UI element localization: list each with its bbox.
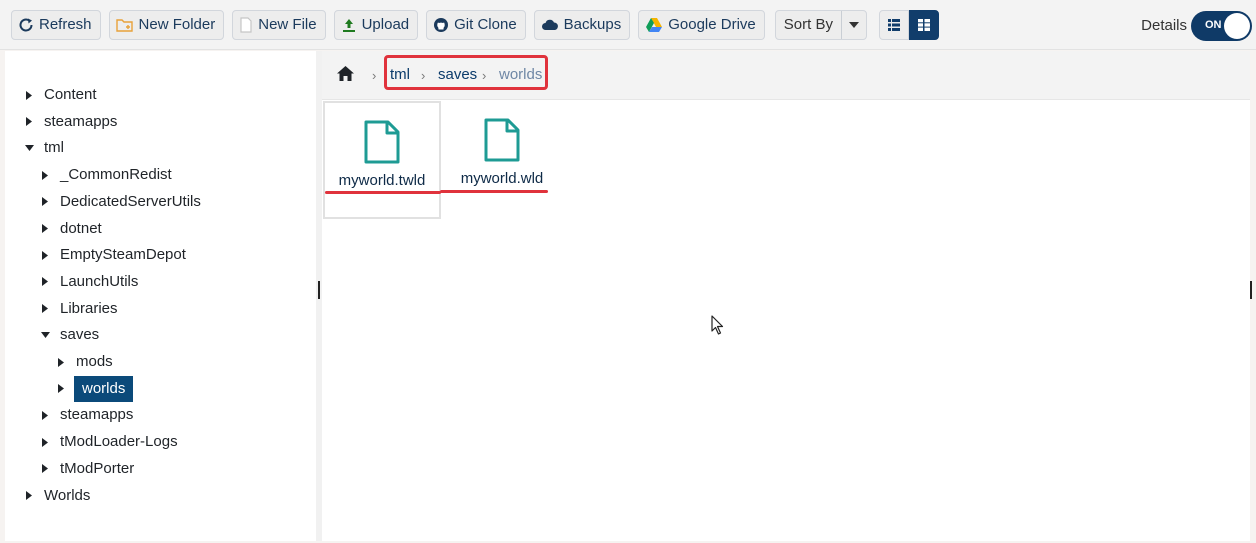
tree-item-label: Worlds <box>44 486 91 504</box>
github-icon <box>434 17 449 32</box>
tree-item-label: _CommonRedist <box>60 166 172 184</box>
grid-view-button[interactable] <box>908 9 939 40</box>
google-drive-label: Google Drive <box>668 16 756 33</box>
tree-item-launchutils[interactable]: LaunchUtils <box>40 270 144 294</box>
backups-button[interactable]: Backups <box>533 9 631 40</box>
tree-item-label: EmptySteamDepot <box>60 246 186 264</box>
tree-item-steamapps[interactable]: steamapps <box>24 110 123 134</box>
caret-right-icon[interactable] <box>40 304 50 314</box>
tree-item-dedicatedserverutils[interactable]: DedicatedServerUtils <box>40 190 207 214</box>
grid-view-icon <box>917 18 930 31</box>
file-item-myworld-wld[interactable]: myworld.wld <box>443 101 561 219</box>
upload-button[interactable]: Upload <box>333 9 419 40</box>
caret-right-icon[interactable] <box>40 170 50 180</box>
caret-right-icon[interactable] <box>24 90 34 100</box>
splitter-grip[interactable] <box>318 281 320 299</box>
git-clone-label: Git Clone <box>454 16 517 33</box>
tree-item-tmodloader-logs[interactable]: tModLoader-Logs <box>40 430 184 454</box>
home-icon[interactable] <box>337 66 354 86</box>
breadcrumb: › tml › saves › worlds <box>322 51 1250 100</box>
caret-right-icon[interactable] <box>40 437 50 447</box>
tree-item-worlds[interactable]: Worlds <box>24 484 96 508</box>
toggle-on-label: ON <box>1205 19 1222 31</box>
file-panel: › tml › saves › worlds myworld.twld mywo… <box>322 51 1250 541</box>
git-clone-button[interactable]: Git Clone <box>426 9 526 40</box>
sort-by-label: Sort By <box>776 10 842 39</box>
refresh-button[interactable]: Refresh <box>11 9 101 40</box>
refresh-label: Refresh <box>39 16 92 33</box>
tree-item-label: mods <box>76 353 113 370</box>
caret-right-icon[interactable] <box>56 357 66 367</box>
tree-item-label: DedicatedServerUtils <box>60 192 201 210</box>
folder-tree: Content steamapps tml _CommonRedist Dedicate… <box>5 51 316 541</box>
new-folder-label: New Folder <box>138 16 216 33</box>
new-file-button[interactable]: New File <box>232 9 326 40</box>
tree-item-content[interactable]: Content <box>24 83 103 107</box>
caret-right-icon[interactable] <box>40 224 50 234</box>
tree-item-mods[interactable]: mods <box>56 350 119 374</box>
list-view-icon <box>887 18 900 31</box>
tree-item-label: tModLoader-Logs <box>60 433 178 451</box>
details-toggle[interactable]: ON <box>1191 11 1252 41</box>
upload-icon <box>342 18 355 32</box>
red-underline-annotation <box>440 190 548 193</box>
tree-item-saves[interactable]: saves <box>40 323 105 347</box>
view-toggle-group <box>878 9 939 40</box>
new-file-icon <box>240 16 252 33</box>
toggle-knob <box>1224 13 1250 39</box>
caret-right-icon[interactable] <box>40 464 50 474</box>
tree-item-label: tModPorter <box>60 459 135 477</box>
tree-item-label: steamapps <box>60 406 134 424</box>
file-icon <box>364 120 400 164</box>
tree-item-commonredist[interactable]: _CommonRedist <box>40 163 178 187</box>
backups-label: Backups <box>563 16 622 33</box>
tree-item-emptysteamdepot[interactable]: EmptySteamDepot <box>40 243 192 267</box>
file-name: myworld.wld <box>460 170 544 187</box>
tree-item-label: steamapps <box>44 112 118 130</box>
details-label: Details <box>1141 16 1187 34</box>
tree-item-label: Libraries <box>60 299 118 317</box>
red-underline-annotation <box>325 191 441 194</box>
caret-right-icon[interactable] <box>40 197 50 207</box>
new-folder-button[interactable]: New Folder <box>108 9 225 40</box>
tree-item-libraries[interactable]: Libraries <box>40 297 124 321</box>
tree-item-tmodporter[interactable]: tModPorter <box>40 457 140 481</box>
breadcrumb-highlight-annotation <box>384 55 548 90</box>
tree-item-dotnet[interactable]: dotnet <box>40 217 108 241</box>
file-name: myworld.twld <box>338 172 426 189</box>
new-file-label: New File <box>258 16 317 33</box>
caret-down-icon[interactable] <box>40 330 50 340</box>
tree-item-label: dotnet <box>60 219 102 237</box>
caret-right-icon[interactable] <box>56 384 66 394</box>
caret-down-icon[interactable] <box>842 11 866 39</box>
tree-item-label: Content <box>44 86 97 103</box>
caret-right-icon[interactable] <box>24 491 34 501</box>
toolbar: Refresh New Folder New File Upload Git C… <box>0 0 1256 50</box>
google-drive-button[interactable]: Google Drive <box>638 9 765 40</box>
sort-by-dropdown[interactable]: Sort By <box>774 9 867 40</box>
right-splitter-grip[interactable] <box>1250 281 1252 299</box>
tree-item-label: LaunchUtils <box>60 272 139 290</box>
breadcrumb-separator-icon: › <box>372 68 377 83</box>
cloud-icon <box>541 19 558 30</box>
new-folder-icon <box>115 18 133 32</box>
mouse-cursor-icon <box>711 315 724 335</box>
tree-item-steamapps[interactable]: steamapps <box>40 403 139 427</box>
caret-down-icon[interactable] <box>24 143 34 153</box>
tree-item-label: tml <box>44 139 64 157</box>
tree-item-label: worlds <box>74 375 134 402</box>
file-item-myworld-twld[interactable]: myworld.twld <box>323 101 441 219</box>
caret-right-icon[interactable] <box>40 277 50 287</box>
list-view-button[interactable] <box>878 9 909 40</box>
file-icon <box>484 118 520 162</box>
caret-right-icon[interactable] <box>40 410 50 420</box>
refresh-icon <box>19 18 33 31</box>
caret-right-icon[interactable] <box>40 250 50 260</box>
tree-item-label: saves <box>60 326 100 344</box>
upload-label: Upload <box>361 16 410 33</box>
tree-item-worlds[interactable]: worlds <box>56 375 134 402</box>
caret-right-icon[interactable] <box>24 117 34 127</box>
google-drive-icon <box>646 17 663 32</box>
tree-item-tml[interactable]: tml <box>24 136 70 160</box>
